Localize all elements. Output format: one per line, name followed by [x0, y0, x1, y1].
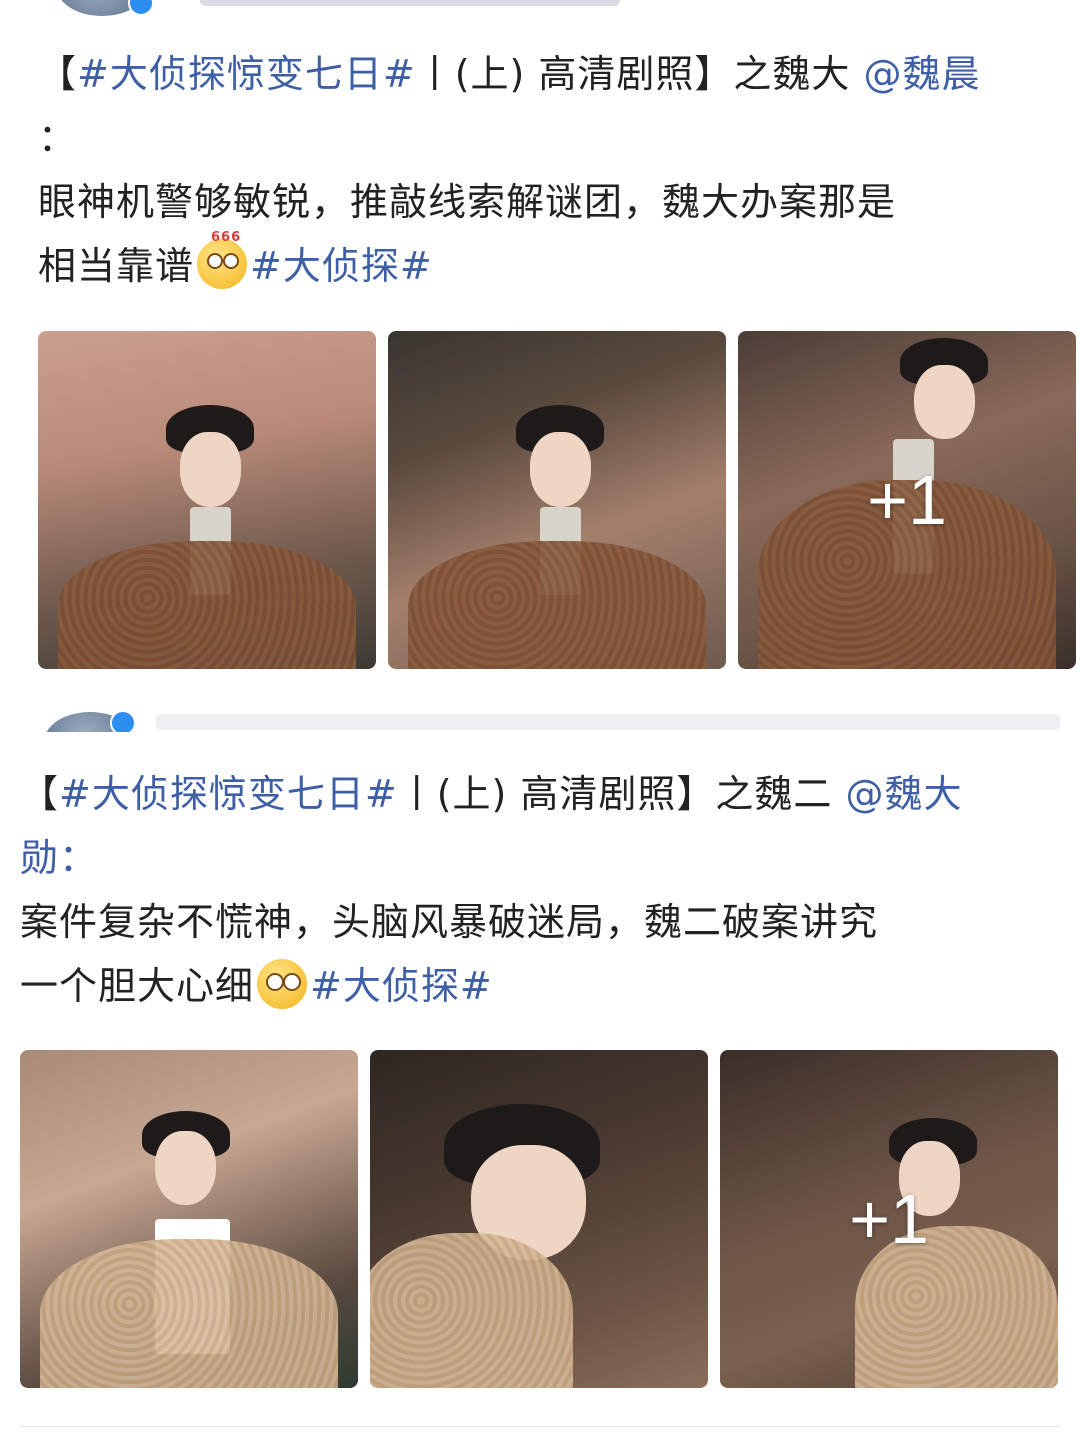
post-photo[interactable]: +1 [738, 331, 1076, 669]
photo-content [40, 1239, 338, 1388]
post-text-line: 眼神机警够敏锐，推敲线索解谜团，魏大办案那是 [38, 180, 897, 224]
more-photos-count: +1 [849, 1180, 929, 1258]
emoji-label: 666 [211, 230, 242, 245]
photo-content [155, 1131, 217, 1206]
photo-content [58, 540, 356, 669]
post-photo[interactable] [20, 1050, 358, 1388]
photo-content [408, 540, 706, 669]
666-emoji-icon: 666 [197, 231, 248, 289]
bracket: 【 [38, 52, 78, 96]
post-divider [20, 1426, 1060, 1427]
photo-grid: +1 [0, 331, 1080, 669]
post-text-line: 【#大侦探惊变七日#丨(上) 高清剧照】之魏二 @魏大 [20, 762, 963, 826]
weibo-post: 【#大侦探惊变七日#丨(上) 高清剧照】之魏二 @魏大 勋： 案件复杂不慌神，头… [0, 704, 1080, 1440]
post-text-line: 勋： [20, 826, 963, 890]
hashtag-link[interactable]: #大侦探# [310, 964, 493, 1008]
photo-content [179, 432, 241, 507]
verified-badge-icon [128, 0, 154, 16]
hashtag-link[interactable]: #大侦探惊变七日# [59, 772, 398, 816]
verified-badge-icon [110, 710, 136, 732]
post-text-line: ： [38, 116, 78, 160]
photo-content [370, 1232, 573, 1388]
post-text-segment: 一个胆大心细 [20, 964, 255, 1008]
post-photo[interactable] [388, 331, 726, 669]
post-photo[interactable] [38, 331, 376, 669]
post-text: 【#大侦探惊变七日#丨(上) 高清剧照】之魏二 @魏大 勋： 案件复杂不慌神，头… [20, 762, 963, 1018]
hashtag-link[interactable]: #大侦探惊变七日# [77, 52, 416, 96]
weibo-post: 【#大侦探惊变七日#丨(上) 高清剧照】之魏大 @魏晨 ： 眼神机警够敏锐，推敲… [0, 0, 1080, 690]
emoji-eye [207, 253, 224, 269]
hashtag-link[interactable]: #大侦探# [250, 244, 433, 288]
post-text-segment: 丨(上) 高清剧照】之魏大 [415, 52, 864, 96]
post-text-line: 【#大侦探惊变七日#丨(上) 高清剧照】之魏大 @魏晨 [38, 42, 981, 106]
post-text-line: 相当靠谱 666 #大侦探# [38, 231, 981, 298]
emoji-eye [223, 253, 240, 269]
author-name[interactable] [156, 714, 1060, 730]
author-name[interactable] [200, 0, 620, 6]
photo-grid: +1 [0, 1050, 1080, 1388]
post-text: 【#大侦探惊变七日#丨(上) 高清剧照】之魏大 @魏晨 ： 眼神机警够敏锐，推敲… [38, 42, 981, 298]
mention-link[interactable]: @魏大 [846, 772, 963, 816]
emoji-eye [283, 973, 302, 991]
post-text-segment: 丨(上) 高清剧照】之魏二 [397, 772, 846, 816]
post-text-line: 案件复杂不慌神，头脑风暴破迷局，魏二破案讲究 [20, 900, 879, 944]
post-header [0, 0, 1080, 28]
thinking-emoji-icon [257, 959, 308, 1009]
more-photos-count: +1 [867, 461, 947, 539]
post-header [0, 704, 1080, 732]
emoji-eye [266, 973, 285, 991]
post-text-line: 一个胆大心细 #大侦探# [20, 954, 963, 1018]
mention-link-continued[interactable]: 勋： [20, 836, 98, 880]
mention-link[interactable]: @魏晨 [864, 52, 981, 96]
post-text-segment: 相当靠谱 [38, 244, 195, 288]
photo-content [529, 432, 591, 507]
post-photo[interactable] [370, 1050, 708, 1388]
bracket: 【 [20, 772, 60, 816]
post-photo[interactable]: +1 [720, 1050, 1058, 1388]
